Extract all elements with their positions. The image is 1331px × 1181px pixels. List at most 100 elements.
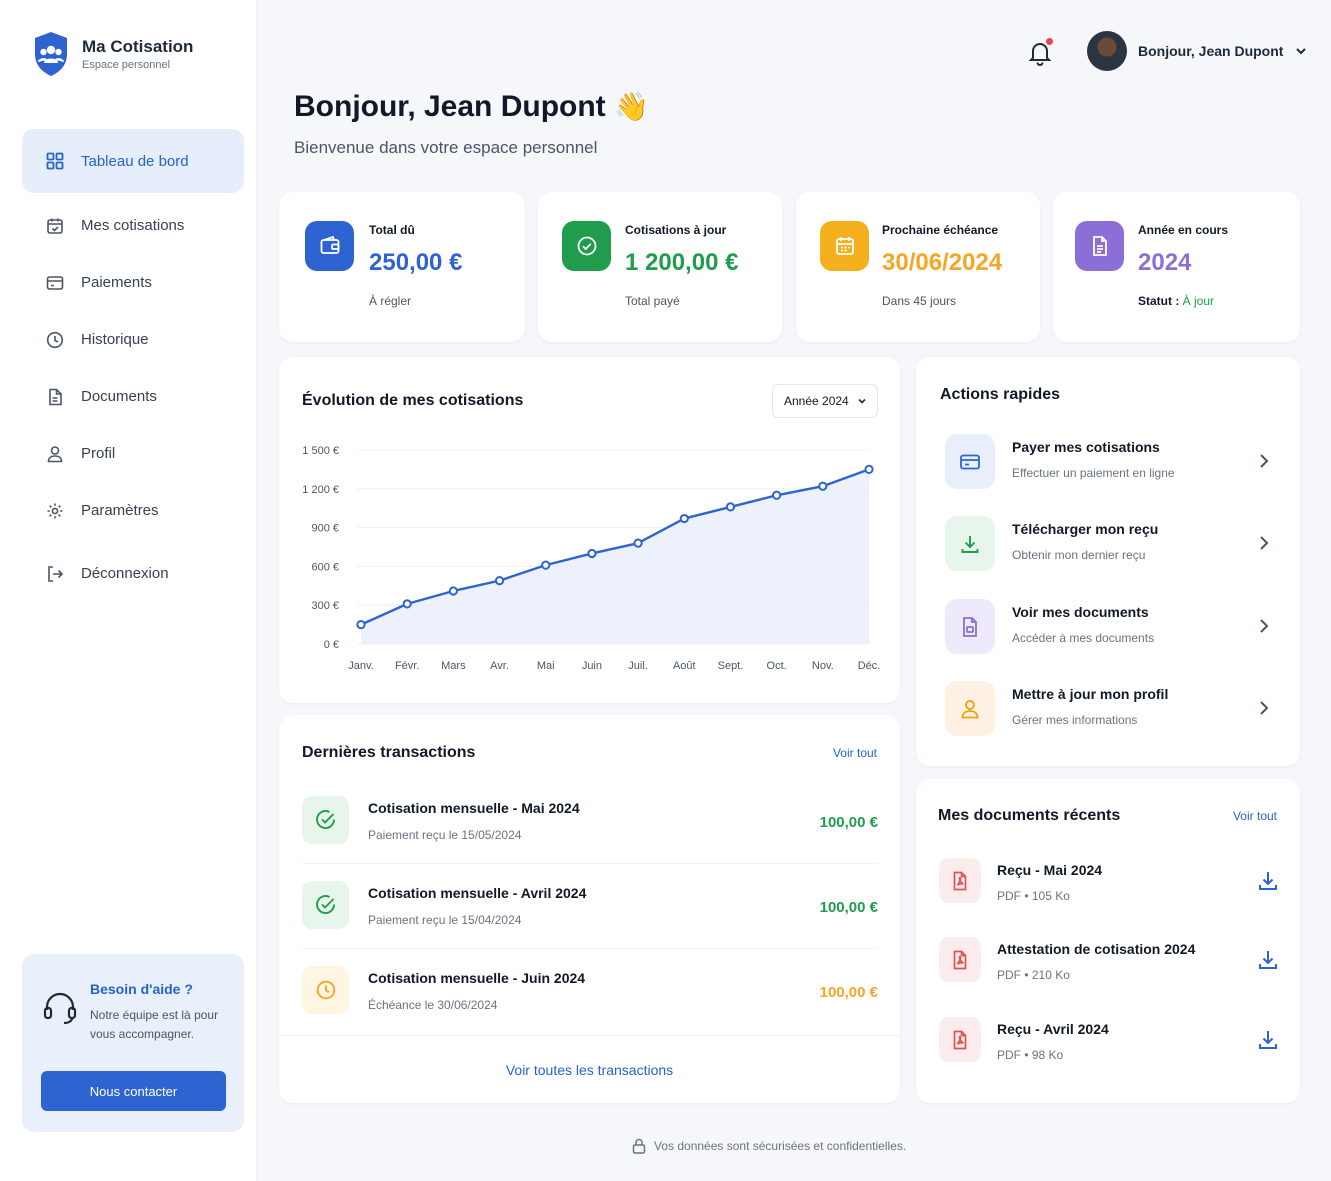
chevron-right-icon (1260, 701, 1269, 715)
sidebar-item-historique[interactable]: Historique (22, 311, 244, 368)
sidebar-item-label: Paramètres (81, 502, 159, 519)
document-icon (945, 599, 995, 654)
document-icon (46, 388, 64, 406)
quick-action-subtitle: Gérer mes informations (1012, 713, 1138, 727)
sidebar-item-paiements[interactable]: Paiements (22, 254, 244, 311)
download-icon[interactable] (1257, 949, 1279, 971)
stat-status-line: Statut : À jour (1138, 294, 1214, 308)
help-title: Besoin d'aide ? (90, 981, 193, 997)
sidebar-item-mes-cotisations[interactable]: Mes cotisations (22, 197, 244, 254)
data-point (679, 513, 689, 524)
document-meta: PDF • 105 Ko (997, 889, 1070, 903)
data-point (541, 560, 551, 570)
x-tick-label: Févr. (395, 660, 419, 672)
clock-icon (46, 331, 64, 349)
stat-card-annee: Année en cours 2024 Statut : À jour (1053, 192, 1300, 342)
stat-note: Dans 45 jours (882, 294, 957, 308)
card-icon (46, 274, 64, 292)
shield-logo-icon (35, 32, 67, 76)
contact-button[interactable]: Nous contacter (41, 1071, 226, 1111)
brand[interactable]: Ma Cotisation Espace personnel (32, 30, 193, 78)
quick-action-subtitle: Effectuer un paiement en ligne (1012, 466, 1175, 480)
transaction-row[interactable]: Cotisation mensuelle - Avril 2024 Paieme… (302, 881, 878, 966)
chevron-right-icon (1260, 454, 1269, 468)
sidebar-item-tableau-de-bord[interactable]: Tableau de bord (22, 129, 244, 193)
transaction-amount: 100,00 € (819, 984, 878, 1001)
gear-icon (46, 502, 64, 520)
quick-action-pay[interactable]: Payer mes cotisations Effectuer un paiem… (945, 434, 1271, 490)
document-title: Reçu - Avril 2024 (997, 1021, 1109, 1037)
x-tick-label: Oct. (767, 660, 787, 672)
pdf-icon (939, 858, 981, 903)
contributions-chart: 0 € 300 € 600 € 900 € 1 200 € 1 500 € Janv. Fév… (302, 445, 880, 672)
transaction-row[interactable]: Cotisation mensuelle - Mai 2024 Paiement… (302, 796, 878, 881)
transaction-amount: 100,00 € (819, 899, 878, 916)
data-point (633, 538, 643, 548)
sidebar-item-label: Documents (81, 388, 157, 405)
data-point (587, 548, 597, 559)
stat-label: Prochaine échéance (882, 223, 999, 237)
pdf-icon (939, 937, 981, 982)
sidebar-item-label: Historique (81, 331, 149, 348)
stat-note: À régler (369, 294, 412, 308)
sidebar-item-documents[interactable]: Documents (22, 368, 244, 425)
quick-actions-title: Actions rapides (940, 386, 1061, 403)
document-item[interactable]: Reçu - Avril 2024 PDF • 98 Ko (939, 1017, 1279, 1067)
document-item[interactable]: Reçu - Mai 2024 PDF • 105 Ko (939, 858, 1279, 908)
sidebar-item-profil[interactable]: Profil (22, 425, 244, 482)
transaction-title: Cotisation mensuelle - Mai 2024 (368, 800, 580, 816)
sidebar-item-parametres[interactable]: Paramètres (22, 482, 244, 539)
headset-icon (43, 992, 77, 1025)
quick-action-title: Mettre à jour mon profil (1012, 686, 1169, 702)
user-icon (46, 445, 64, 463)
stat-note: Total payé (625, 294, 680, 308)
stat-card-total-du: Total dû 250,00 € À régler (279, 192, 525, 342)
transaction-title: Cotisation mensuelle - Avril 2024 (368, 885, 587, 901)
all-transactions-link[interactable]: Voir toutes les transactions (279, 1035, 900, 1078)
page-title-text: Bonjour, Jean Dupont (294, 90, 606, 123)
transaction-subtitle: Paiement reçu le 15/05/2024 (368, 828, 522, 842)
x-tick-label: Nov. (812, 660, 834, 672)
document-meta: PDF • 98 Ko (997, 1048, 1064, 1062)
quick-action-title: Voir mes documents (1012, 604, 1149, 620)
check-circle-icon (562, 221, 611, 271)
notifications-button[interactable] (1028, 38, 1053, 71)
sidebar-item-label: Déconnexion (81, 565, 169, 582)
y-tick-label: 900 € (311, 523, 339, 535)
sidebar-item-label: Tableau de bord (81, 152, 189, 170)
transaction-amount: 100,00 € (819, 814, 878, 831)
grid-icon (46, 152, 64, 170)
chart-card: Évolution de mes cotisations Année 2024 … (279, 357, 900, 703)
stat-card-cotisations: Cotisations à jour 1 200,00 € Total payé (538, 192, 782, 342)
wave-emoji: 👋 (614, 91, 649, 122)
help-box: Besoin d'aide ? Notre équipe est là pour… (22, 954, 244, 1132)
y-tick-label: 0 € (324, 639, 339, 651)
x-tick-label: Juin (582, 660, 602, 672)
transactions-card: Dernières transactions Voir tout Cotisat… (279, 715, 900, 1103)
transaction-subtitle: Échéance le 30/06/2024 (368, 998, 498, 1012)
pdf-icon (939, 1017, 981, 1062)
sidebar-item-label: Paiements (81, 274, 152, 291)
x-tick-label: Mars (441, 660, 466, 672)
user-menu[interactable]: Bonjour, Jean Dupont (1087, 31, 1308, 71)
download-icon[interactable] (1257, 870, 1279, 892)
chevron-right-icon (1260, 619, 1269, 633)
stat-label: Année en cours (1138, 223, 1229, 237)
documents-card: Mes documents récents Voir tout Reçu - M… (916, 779, 1300, 1103)
transactions-see-all-link[interactable]: Voir tout (833, 746, 877, 760)
sidebar-item-deconnexion[interactable]: Déconnexion (22, 545, 244, 602)
documents-see-all-link[interactable]: Voir tout (1233, 809, 1277, 823)
documents-title: Mes documents récents (938, 807, 1121, 824)
quick-action-documents[interactable]: Voir mes documents Accéder à mes documen… (945, 599, 1271, 655)
document-title: Reçu - Mai 2024 (997, 862, 1103, 878)
document-title: Attestation de cotisation 2024 (997, 941, 1196, 957)
quick-action-download-receipt[interactable]: Télécharger mon reçu Obtenir mon dernier… (945, 516, 1271, 572)
status-prefix: Statut : (1138, 294, 1183, 308)
wallet-icon (305, 221, 354, 271)
quick-action-profile[interactable]: Mettre à jour mon profil Gérer mes infor… (945, 681, 1271, 737)
x-tick-label: Sept. (718, 660, 744, 672)
document-item[interactable]: Attestation de cotisation 2024 PDF • 210… (939, 937, 1279, 987)
avatar (1087, 31, 1127, 71)
user-icon (945, 681, 995, 736)
download-icon[interactable] (1257, 1029, 1279, 1051)
